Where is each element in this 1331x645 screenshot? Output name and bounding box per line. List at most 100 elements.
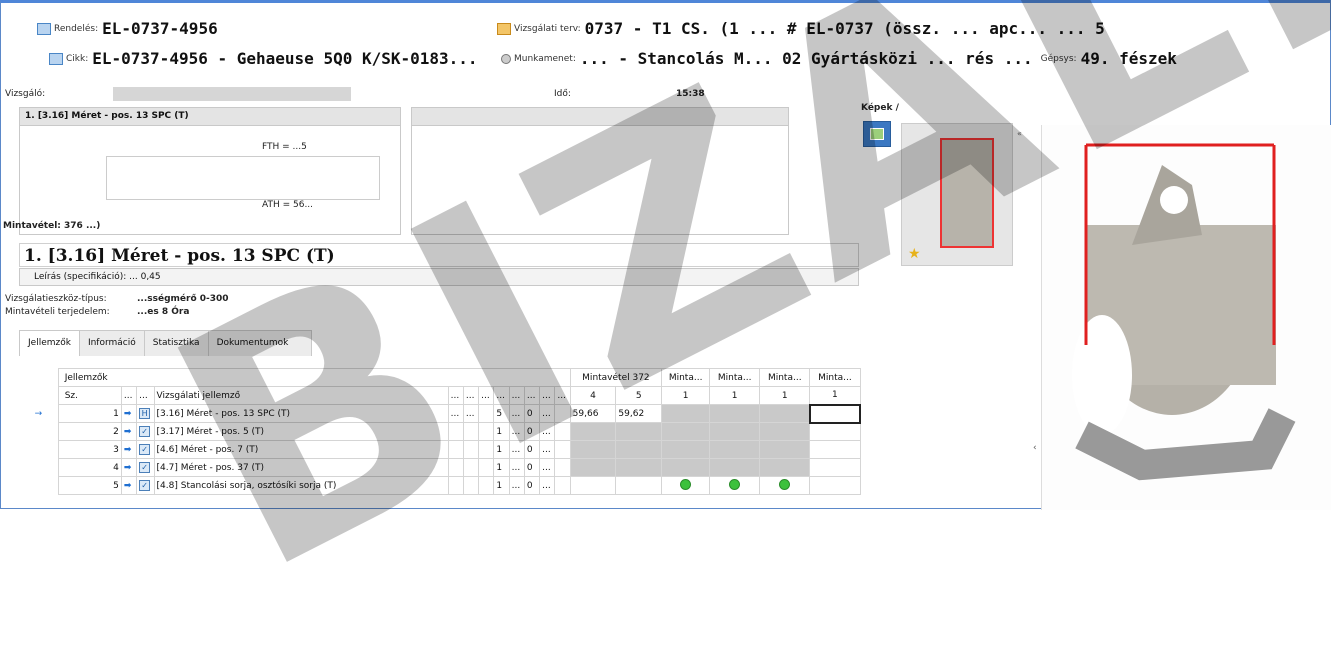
row-number: 1	[57, 404, 122, 423]
tab-informacio[interactable]: Információ	[78, 330, 145, 356]
table-row[interactable]: 5 ➡ ✓ [4.8] Stancolási sorja, osztósíki …	[19, 476, 861, 495]
count-b: 0	[523, 422, 541, 441]
munkamenet-value[interactable]: ... - Stancolás M... 02 Gyártásközi ... …	[580, 49, 1033, 68]
grid-section-row: Jellemzők Mintavétel 372 Minta... Minta.…	[19, 368, 861, 387]
sample-value[interactable]: 59,66	[569, 404, 617, 423]
vizsgalati-terv-line: Vizsgálati terv: 0737 - T1 CS. (1 ... # …	[497, 19, 1105, 38]
checkbox-icon[interactable]: ✓	[136, 458, 155, 477]
count-b: 0	[523, 476, 541, 495]
count-a: 1	[493, 440, 510, 459]
rendeles-value[interactable]: EL-0737-4956	[102, 19, 218, 38]
cikk-line: Cikk: EL-0737-4956 - Gehaeuse 5Q0 K/SK-0…	[49, 49, 478, 68]
kepek-label: Képek /	[861, 103, 899, 113]
sub-header: 1	[661, 386, 711, 405]
table-row[interactable]: 3 ➡ ✓ [4.6] Méret - pos. 7 (T) 1... 0...	[19, 440, 861, 459]
count-a: 1	[493, 476, 510, 495]
vizsgalati-label: Vizsgálati terv:	[514, 23, 581, 34]
ido-value: 15:38	[676, 89, 705, 99]
jellemzo-header: Vizsgálati jellemző	[153, 386, 449, 405]
characteristic-title: 1. [3.16] Méret - pos. 13 SPC (T)	[19, 243, 859, 267]
count-a: 1	[493, 458, 510, 477]
redacted-inspector-name	[113, 87, 351, 101]
characteristic-panel: 1. [3.16] Méret - pos. 13 SPC (T) FTH = …	[19, 107, 401, 235]
session-icon	[501, 53, 511, 64]
count-a: 5	[493, 404, 510, 423]
divider-handle[interactable]: «	[1017, 129, 1022, 138]
sub-header: 5	[615, 386, 663, 405]
sz-header: Sz.	[57, 386, 122, 405]
minta-header-3: Minta...	[709, 368, 761, 387]
characteristic-name[interactable]: [4.8] Stancolási sorja, osztósíki sorja …	[153, 476, 449, 495]
thumbnail-part	[940, 138, 994, 248]
table-row[interactable]: 4 ➡ ✓ [4.7] Méret - pos. 37 (T) 1... 0..…	[19, 458, 861, 477]
minta-header-5: Minta...	[809, 368, 861, 387]
row-number: 5	[57, 476, 122, 495]
gepsys-label: Gépsys:	[1040, 53, 1077, 64]
prev-image-arrow-icon[interactable]: ‹	[1033, 443, 1037, 453]
arrow-icon: ➡	[120, 476, 138, 495]
sub-header: 4	[569, 386, 617, 405]
grid-section-label: Jellemzők	[57, 368, 571, 387]
characteristic-name[interactable]: [4.7] Méret - pos. 37 (T)	[153, 458, 449, 477]
rendeles-line: Rendelés: EL-0737-4956	[37, 19, 218, 38]
secondary-panel	[411, 107, 789, 235]
minta-header-4: Minta...	[759, 368, 811, 387]
ok-status-icon[interactable]	[661, 476, 711, 495]
characteristic-name[interactable]: [3.17] Méret - pos. 5 (T)	[153, 422, 449, 441]
ok-status-icon[interactable]	[709, 476, 761, 495]
minta-header-1: Mintavétel 372	[569, 368, 663, 387]
inspection-plan-icon	[497, 22, 511, 35]
eszkoz-value: ...sségmérő 0-300	[137, 294, 229, 304]
munkamenet-line: Munkamenet: ... - Stancolás M... 02 Gyár…	[501, 49, 1177, 68]
row-number: 3	[57, 440, 122, 459]
spc-icon[interactable]: H	[136, 404, 155, 423]
favorite-star-icon[interactable]: ★	[908, 246, 921, 262]
item-icon	[49, 52, 63, 65]
row-number: 2	[57, 422, 122, 441]
terjedelem-value: ...es 8 Óra	[137, 307, 190, 317]
image-thumbnail[interactable]: ★	[901, 123, 1013, 266]
checkbox-icon[interactable]: ✓	[136, 440, 155, 459]
grid-header-row: Sz. ... ... Vizsgálati jellemző ........…	[19, 386, 861, 405]
ok-status-icon[interactable]	[759, 476, 811, 495]
cikk-label: Cikk:	[66, 53, 89, 64]
part-photo	[1072, 143, 1296, 481]
table-row[interactable]: 2 ➡ ✓ [3.17] Méret - pos. 5 (T) 1... 0..…	[19, 422, 861, 441]
sub-header: 1	[759, 386, 811, 405]
vizsgalati-value[interactable]: 0737 - T1 CS. (1 ... # EL-0737 (össz. ..…	[585, 19, 1105, 38]
vizsgalo-label: Vizsgáló:	[5, 89, 46, 99]
image-toolbar-button[interactable]	[863, 121, 891, 147]
image-viewer	[1041, 125, 1331, 510]
rendeles-label: Rendelés:	[54, 23, 99, 34]
secondary-panel-title	[412, 108, 788, 126]
sub-header: 1	[809, 386, 861, 405]
gepsys-value[interactable]: 49. fészek	[1081, 49, 1177, 68]
eszkoz-label: Vizsgálatieszköz-típus:	[5, 294, 107, 304]
header-area: Rendelés: EL-0737-4956 Cikk: EL-0737-495…	[1, 5, 1321, 80]
active-input-cell[interactable]	[808, 403, 862, 424]
tab-dokumentumok[interactable]: Dokumentumok	[207, 330, 312, 356]
picture-icon	[870, 128, 884, 140]
count-b: 0	[523, 440, 541, 459]
count-b: 0	[523, 458, 541, 477]
tab-jellemzok[interactable]: Jellemzők	[19, 330, 80, 356]
characteristic-panel-title: 1. [3.16] Méret - pos. 13 SPC (T)	[20, 108, 400, 126]
order-icon	[37, 22, 51, 35]
count-b: 0	[523, 404, 541, 423]
characteristic-name[interactable]: [3.16] Méret - pos. 13 SPC (T)	[153, 404, 449, 423]
arrow-icon: ➡	[120, 440, 138, 459]
table-row[interactable]: → 1 ➡ H [3.16] Méret - pos. 13 SPC (T) .…	[19, 403, 862, 424]
row-number: 4	[57, 458, 122, 477]
cikk-value[interactable]: EL-0737-4956 - Gehaeuse 5Q0 K/SK-0183...	[92, 49, 477, 68]
characteristic-name[interactable]: [4.6] Méret - pos. 7 (T)	[153, 440, 449, 459]
checkbox-icon[interactable]: ✓	[136, 422, 155, 441]
checkbox-icon[interactable]: ✓	[136, 476, 155, 495]
fth-value: FTH = ...5	[262, 142, 307, 152]
tab-statisztika[interactable]: Statisztika	[143, 330, 209, 356]
tab-bar: Jellemzők Információ Statisztika Dokumen…	[19, 330, 312, 356]
arrow-icon: ➡	[120, 422, 138, 441]
arrow-icon: ➡	[120, 458, 138, 477]
sub-header: 1	[709, 386, 761, 405]
sample-value[interactable]: 59,62	[615, 404, 663, 423]
leiras-field: Leírás (specifikáció): ... 0,45	[19, 268, 859, 286]
